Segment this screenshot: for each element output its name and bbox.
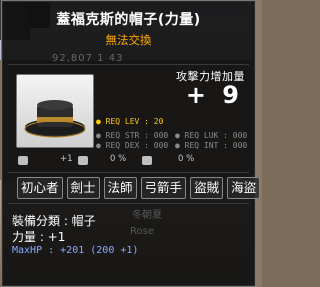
req-int: ● REQ INT : 000 — [175, 141, 248, 150]
faint-background-text: 92,807 1 43 — [52, 53, 124, 64]
divider — [8, 203, 249, 204]
req-dex: ● REQ DEX : 000 — [96, 141, 169, 150]
item-tooltip: 蓋福克斯的帽子(力量) 無法交換 92,807 1 43 攻擊力增加量 + 9 … — [1, 0, 261, 287]
stat-maxhp: MaxHP : +201 (200 +1) — [12, 245, 139, 256]
equip-category: 裝備分類 : 帽子 — [12, 214, 96, 228]
upgrade-icon — [18, 156, 28, 165]
job-beginner: 初心者 — [17, 177, 63, 199]
item-title: 蓋福克斯的帽子(力量) — [56, 12, 201, 28]
rate-b: 0 % — [178, 154, 195, 164]
shield-icon — [142, 156, 152, 165]
item-icon-box — [16, 74, 94, 148]
req-level: ● REQ LEV : 20 — [96, 117, 164, 126]
rate-a: 0 % — [110, 154, 127, 164]
job-list: 初心者 劍士 法師 弓箭手 盜賊 海盜 — [17, 177, 261, 199]
background-sub: Rose — [130, 226, 154, 237]
background-name: 冬朝夏 — [132, 210, 162, 221]
bag-icon — [78, 156, 88, 165]
item-info-row: +1 0 % 0 % — [16, 154, 246, 168]
divider — [8, 172, 249, 173]
req-luk: ● REQ LUK : 000 — [175, 131, 248, 140]
req-str: ● REQ STR : 000 — [96, 131, 169, 140]
divider — [8, 64, 249, 65]
job-thief: 盜賊 — [190, 177, 224, 199]
job-warrior: 劍士 — [66, 177, 100, 199]
stat-str: 力量 : +1 — [12, 230, 66, 244]
job-pirate: 海盜 — [227, 177, 261, 199]
hat-icon — [24, 100, 86, 138]
job-bowman: 弓箭手 — [140, 177, 187, 199]
upgrade-count: +1 — [60, 154, 73, 164]
job-magician: 法師 — [103, 177, 137, 199]
trade-status: 無法交換 — [105, 33, 152, 47]
attack-increase-value: + 9 — [185, 81, 243, 109]
